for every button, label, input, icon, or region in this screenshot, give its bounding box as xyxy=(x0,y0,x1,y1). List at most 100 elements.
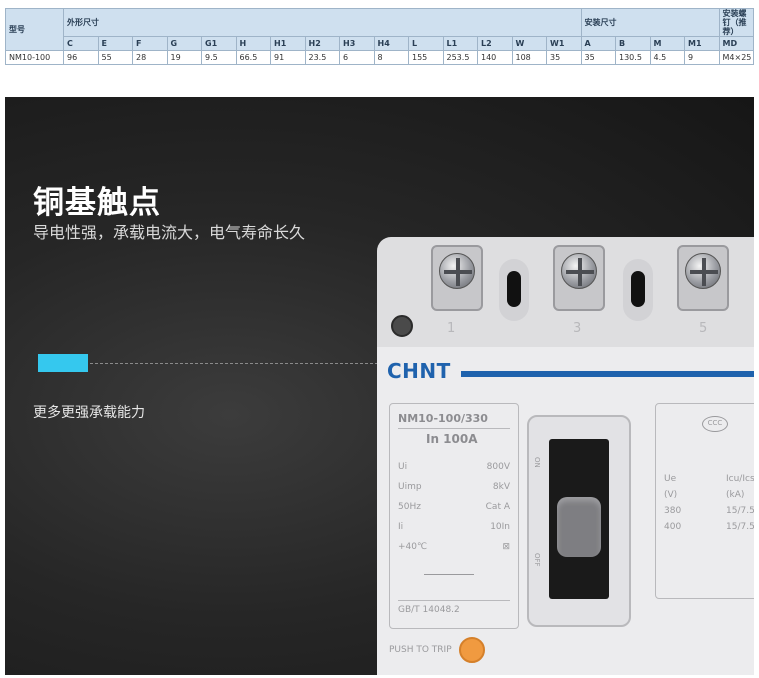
table-cell: 28 xyxy=(132,50,168,65)
model-header-cell: 型号 xyxy=(5,8,64,51)
table-cell: 35 xyxy=(580,50,616,65)
standard-number: GB/T 14048.2 xyxy=(398,600,510,615)
terminal-number: 1 xyxy=(447,321,456,336)
table-cell: 55 xyxy=(97,50,133,65)
screw-icon xyxy=(561,253,597,289)
table-cell: 9 xyxy=(684,50,720,65)
spec-key: 50Hz xyxy=(398,502,421,512)
rating-label: NM10-100/330 In 100A Ui 800V Uimp 8kV 50Hz… xyxy=(389,403,519,629)
ccc-mark-icon: CCC xyxy=(702,416,728,432)
dimension-spec-table: 型号 外形尺寸 安装尺寸 安装螺钉（推荐） C E F G G1 H H1 H2 H3 H4 L L1… xyxy=(5,8,754,65)
circuit-breaker-illustration: 1 3 5 CHNT NM10-100/330 In 100A Ui 800V U… xyxy=(377,237,754,675)
spec-key: Uimp xyxy=(398,482,422,492)
spec-key: Ii xyxy=(398,522,404,532)
spec-table-wrapper: 型号 外形尺寸 安装尺寸 安装螺钉（推荐） C E F G G1 H H1 H2 H3 H4 L L1… xyxy=(5,8,754,65)
current-rating: In 100A xyxy=(426,432,478,446)
table-cell: 66.5 xyxy=(235,50,271,65)
breaker-toggle-handle[interactable] xyxy=(557,497,601,557)
icu-value: 15/7.5 xyxy=(726,522,754,532)
spec-value: 800V xyxy=(486,462,510,472)
column-header: C xyxy=(63,36,99,51)
spec-value: 10In xyxy=(490,522,510,532)
spec-row: Ui 800V xyxy=(398,462,510,472)
table-cell: 23.5 xyxy=(304,50,340,65)
trip-symbol-icon xyxy=(424,574,474,575)
spec-row: 50Hz Cat A xyxy=(398,502,510,512)
ue-label: Ue xyxy=(664,474,677,484)
table-cell: 155 xyxy=(408,50,444,65)
toggle-handle-frame: ON OFF xyxy=(527,415,631,627)
table-cell: 19 xyxy=(166,50,202,65)
brand-stripe xyxy=(461,371,754,377)
column-header: L1 xyxy=(442,36,478,51)
terminal-slot xyxy=(623,259,653,321)
model-number: NM10-100/330 xyxy=(398,412,510,429)
column-header: L2 xyxy=(477,36,513,51)
table-cell: 6 xyxy=(339,50,375,65)
screw-icon xyxy=(685,253,721,289)
push-to-trip-button[interactable] xyxy=(459,637,485,663)
column-header: E xyxy=(97,36,133,51)
terminal-3 xyxy=(553,245,605,311)
model-cell: NM10-100 xyxy=(5,50,64,65)
spec-row: Uimp 8kV xyxy=(398,482,510,492)
terminal-slot xyxy=(499,259,529,321)
column-header: H xyxy=(235,36,271,51)
column-header: F xyxy=(132,36,168,51)
ue-value: 380 xyxy=(664,506,682,516)
column-header: G xyxy=(166,36,202,51)
terminal-number: 5 xyxy=(699,321,708,336)
screw-icon xyxy=(439,253,475,289)
column-header: H3 xyxy=(339,36,375,51)
table-column-header-row: C E F G G1 H H1 H2 H3 H4 L L1 L2 W W1 A B M M1 MD xyxy=(6,36,754,51)
performance-label: CCC Ue (V) 380 400 Icu/Ics (kA) 15/7.5 1… xyxy=(655,403,754,599)
icu-value: 15/7.5 xyxy=(726,506,754,516)
table-cell: 91 xyxy=(270,50,306,65)
table-cell: 96 xyxy=(63,50,99,65)
column-header: A xyxy=(580,36,616,51)
column-header: M xyxy=(649,36,685,51)
ue-unit: (V) xyxy=(664,490,678,500)
spec-value: ⊠ xyxy=(502,542,510,552)
outline-dimensions-header: 外形尺寸 xyxy=(63,8,582,37)
table-row: NM10-100 96 55 28 19 9.5 66.5 91 23.5 6 8 155 253.5… xyxy=(5,50,754,65)
table-cell: 35 xyxy=(546,50,582,65)
brand-logo: CHNT xyxy=(387,359,451,383)
icu-label: Icu/Ics xyxy=(726,474,754,484)
on-label: ON xyxy=(533,457,541,468)
terminal-5 xyxy=(677,245,729,311)
product-banner: 铜基触点 导电性强，承载电流大，电气寿命长久 更多更强承载能力 1 3 5 CH… xyxy=(5,97,754,675)
spec-value: Cat A xyxy=(485,502,510,512)
column-header: H1 xyxy=(270,36,306,51)
column-header: B xyxy=(615,36,651,51)
accent-bar xyxy=(38,354,88,372)
banner-title: 铜基触点 xyxy=(33,185,161,221)
column-header: H4 xyxy=(373,36,409,51)
mounting-screw-header: 安装螺钉（推荐） xyxy=(718,8,754,37)
ue-value: 400 xyxy=(664,522,682,532)
column-header: H2 xyxy=(304,36,340,51)
column-header: L xyxy=(408,36,444,51)
column-header: G1 xyxy=(201,36,237,51)
table-group-header-row: 型号 外形尺寸 安装尺寸 安装螺钉（推荐） xyxy=(5,8,754,51)
table-cell: 8 xyxy=(373,50,409,65)
column-header: W1 xyxy=(546,36,582,51)
banner-subtitle: 导电性强，承载电流大，电气寿命长久 xyxy=(33,223,306,242)
spec-row: +40℃ ⊠ xyxy=(398,542,510,552)
table-cell: 130.5 xyxy=(615,50,651,65)
spec-key: +40℃ xyxy=(398,542,428,552)
table-cell: 4.5 xyxy=(649,50,685,65)
column-header: W xyxy=(511,36,547,51)
terminal-number: 3 xyxy=(573,321,582,336)
spec-value: 8kV xyxy=(492,482,510,492)
table-cell: 9.5 xyxy=(201,50,237,65)
column-header: MD xyxy=(718,36,754,51)
breaker-terminal-block: 1 3 5 xyxy=(377,237,754,347)
table-cell: 108 xyxy=(511,50,547,65)
spec-row: Ii 10In xyxy=(398,522,510,532)
table-cell: M4×25 xyxy=(718,50,754,65)
feature-text: 更多更强承载能力 xyxy=(33,405,145,421)
off-label: OFF xyxy=(533,553,541,567)
table-cell: 253.5 xyxy=(442,50,478,65)
push-to-trip-label: PUSH TO TRIP xyxy=(389,645,452,655)
